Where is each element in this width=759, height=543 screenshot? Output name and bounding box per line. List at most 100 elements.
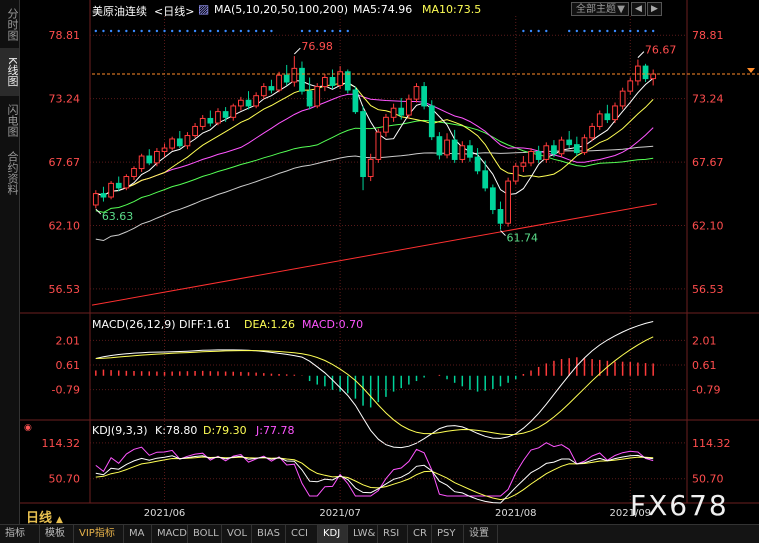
- indicator-tab-1[interactable]: 模板: [40, 525, 74, 543]
- signal-dot: [270, 29, 273, 33]
- candle-body: [245, 99, 252, 107]
- candle-body: [299, 67, 305, 92]
- kdj-axis-label-right: 50.70: [692, 473, 724, 486]
- signal-dot: [186, 29, 189, 33]
- macd-axis-label-left: 0.61: [56, 359, 81, 372]
- candle-body: [619, 90, 626, 107]
- ma10-value: MA10:73.5: [422, 3, 482, 16]
- chart-area[interactable]: 78.81 78.81 73.24 73.24 67.67 67.67 62.10 62.10…: [20, 0, 759, 524]
- kdj-j: J:77.78: [256, 424, 295, 437]
- candle-body: [283, 74, 290, 83]
- candle-body: [329, 76, 336, 86]
- candle-body: [642, 65, 649, 80]
- last-price-arrow-icon: [747, 68, 755, 74]
- signal-dot: [567, 29, 571, 33]
- candle-body: [184, 135, 191, 147]
- tab-flash-chart[interactable]: 闪电图: [0, 96, 19, 144]
- chart-canvas[interactable]: 78.81 78.81 73.24 73.24 67.67 67.67 62.10 62.10…: [20, 0, 759, 524]
- price-axis-label-left: 78.81: [49, 29, 81, 42]
- candle-body: [123, 176, 130, 189]
- indicator-tab-4[interactable]: MACD: [152, 525, 188, 543]
- indicator-tab-13[interactable]: PSY: [432, 525, 464, 543]
- macd-diff: DIFF:1.61: [179, 318, 231, 331]
- tab-kline[interactable]: K线图: [0, 48, 19, 96]
- candle-body: [314, 86, 321, 107]
- indicator-tab-3[interactable]: MA: [124, 525, 152, 543]
- date-axis-label: 2021/06: [144, 508, 186, 519]
- candle-body: [520, 162, 527, 167]
- candle-body: [192, 125, 198, 137]
- signal-dot: [621, 29, 624, 33]
- tab-contract-info[interactable]: 合约资料: [0, 144, 19, 202]
- candle-body: [612, 105, 618, 121]
- macd-axis-label-right: 0.61: [692, 359, 717, 372]
- indicator-tab-10[interactable]: LW&: [348, 525, 378, 543]
- candle-body: [222, 111, 229, 118]
- price-axis-label-right: 56.53: [692, 283, 724, 296]
- candle-body: [260, 86, 267, 97]
- candle-body: [352, 89, 359, 113]
- macd-axis-label-left: 2.01: [56, 334, 81, 347]
- candle-body: [146, 155, 153, 164]
- kdj-d: D:79.30: [203, 424, 247, 437]
- candle-body: [528, 150, 534, 164]
- indicator-tab-14[interactable]: 设置: [464, 525, 498, 543]
- signal-dot: [590, 29, 594, 33]
- candle-body: [489, 187, 496, 211]
- indicator-tab-8[interactable]: CCI: [286, 525, 318, 543]
- candle-body: [551, 145, 557, 155]
- candle-body: [459, 145, 466, 160]
- signal-dot: [201, 29, 204, 33]
- indicator-tab-0[interactable]: 指标: [0, 525, 40, 543]
- candle-body: [238, 99, 244, 107]
- signal-dot: [102, 29, 105, 33]
- price-axis-label-left: 62.10: [49, 219, 81, 232]
- high-marker-leader: [637, 51, 645, 58]
- candle-body: [604, 113, 611, 121]
- prev-button[interactable]: ◀: [631, 2, 646, 16]
- candle-body: [100, 193, 107, 198]
- indicator-tab-9[interactable]: KDJ: [318, 525, 348, 543]
- high-marker-leader: [293, 47, 301, 55]
- tab-intraday[interactable]: 分时图: [0, 0, 19, 48]
- ma5-value: MA5:74.96: [353, 3, 413, 16]
- candle-body: [566, 139, 573, 146]
- date-axis-label: 2021/07: [319, 508, 361, 519]
- indicator-tab-6[interactable]: VOL: [222, 525, 252, 543]
- candle-body: [535, 150, 542, 160]
- indicator-tab-2[interactable]: VIP指标: [74, 525, 124, 543]
- candle-body: [375, 131, 382, 160]
- candle-body: [558, 139, 565, 155]
- candle-body: [291, 67, 298, 83]
- candle-body: [176, 138, 183, 147]
- candle-body: [650, 73, 657, 80]
- kdj-k: K:78.80: [155, 424, 198, 437]
- ma-settings-icon[interactable]: ▨: [198, 2, 209, 16]
- theme-dropdown[interactable]: 全部主题 ▼: [571, 2, 629, 16]
- candle-body: [505, 180, 511, 224]
- signal-dot: [308, 29, 311, 33]
- signal-dot: [125, 29, 128, 33]
- signal-dot: [331, 29, 334, 33]
- indicator-tab-5[interactable]: BOLL: [188, 525, 222, 543]
- candle-body: [589, 125, 595, 139]
- candle-body: [207, 117, 214, 124]
- candle-body: [131, 168, 137, 178]
- signal-dot: [636, 29, 640, 33]
- next-button[interactable]: ▶: [647, 2, 662, 16]
- theme-dropdown-label: 全部主题: [576, 4, 616, 15]
- signal-dot: [209, 29, 212, 33]
- candle-body: [573, 144, 580, 154]
- candle-body: [436, 136, 443, 156]
- kdj-k-line: [95, 454, 654, 504]
- indicator-tab-12[interactable]: CR: [408, 525, 432, 543]
- candle-body: [360, 111, 366, 178]
- indicator-tab-7[interactable]: BIAS: [252, 525, 286, 543]
- candle-body: [635, 65, 641, 82]
- kdj-icon[interactable]: ◉: [24, 423, 32, 433]
- signal-dot: [629, 29, 632, 33]
- candle-body: [596, 113, 603, 127]
- indicator-tab-11[interactable]: RSI: [378, 525, 408, 543]
- signal-dot: [262, 29, 265, 33]
- candle-body: [444, 139, 450, 156]
